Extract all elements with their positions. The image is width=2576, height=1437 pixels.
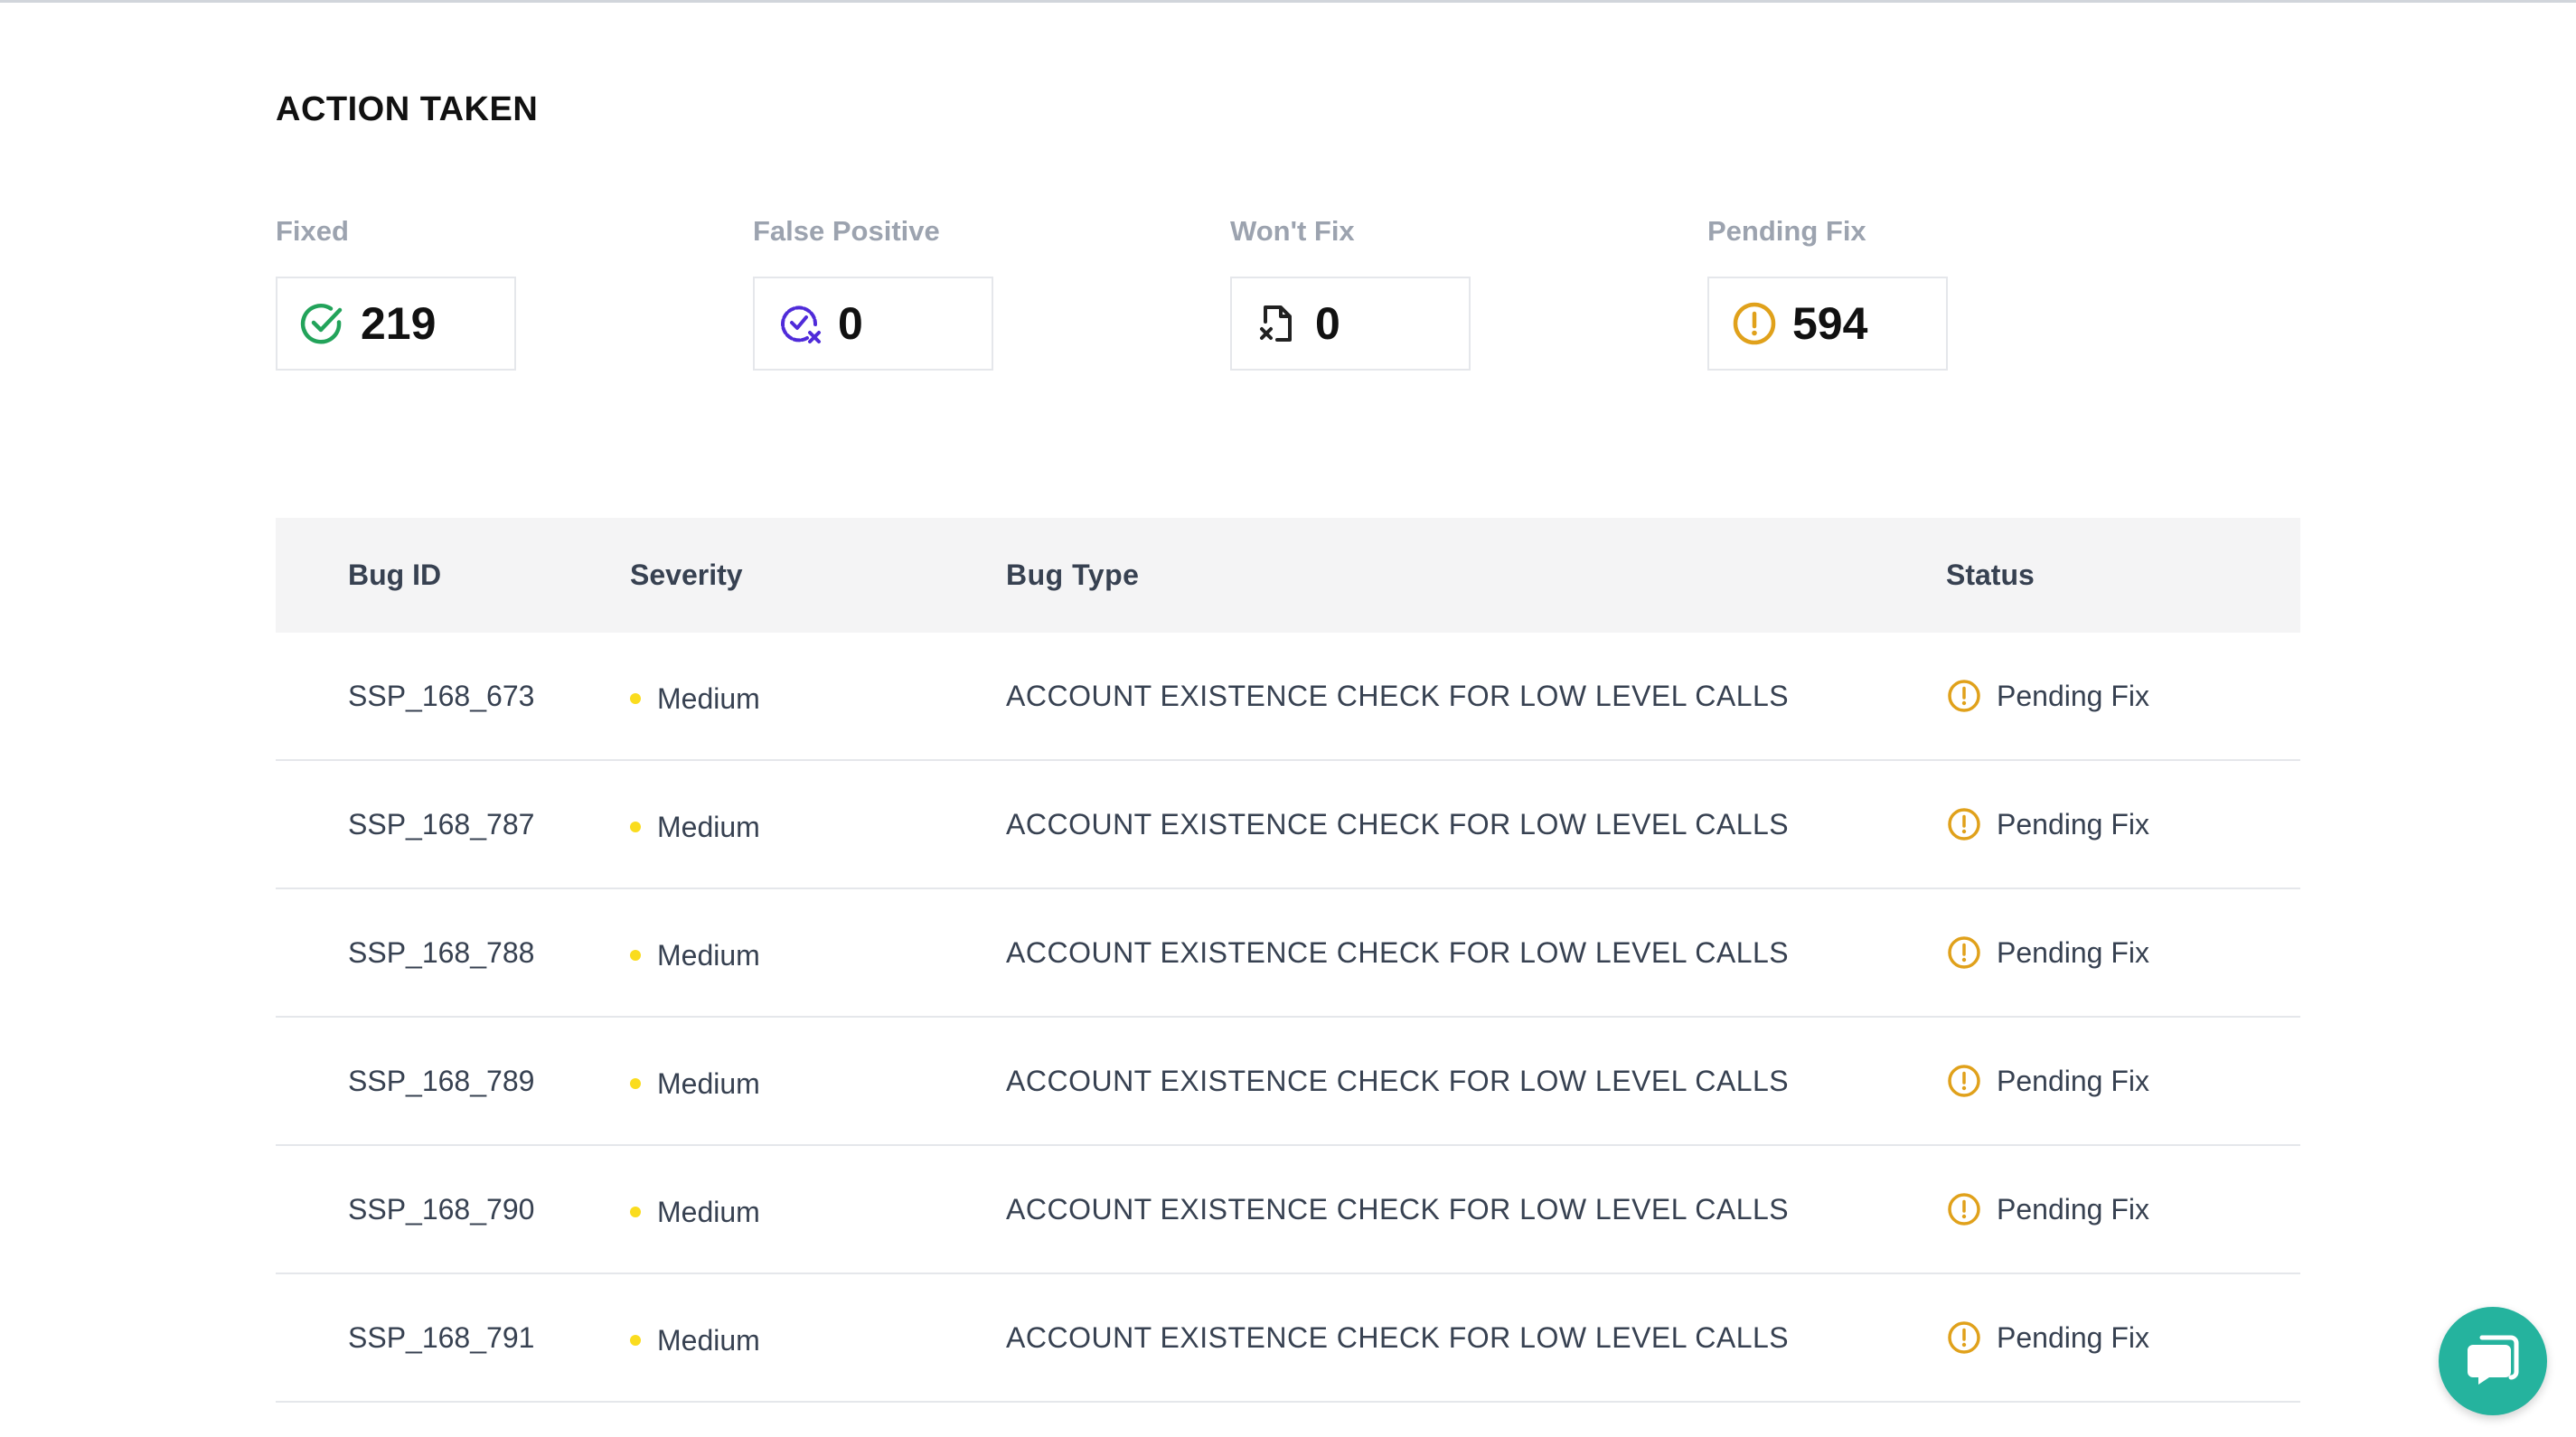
bug-id: SSP_168_788 xyxy=(348,935,535,969)
bug-type: ACCOUNT EXISTENCE CHECK FOR LOW LEVEL CA… xyxy=(1006,1192,1790,1226)
severity: Medium xyxy=(630,1190,760,1229)
severity: Medium xyxy=(630,1319,760,1357)
severity-label: Medium xyxy=(657,810,760,843)
stat-box-pending-fix: 594 xyxy=(1707,277,1948,371)
section-title: ACTION TAKEN xyxy=(276,90,539,128)
alert-circle-icon xyxy=(1946,1320,1982,1356)
table-row[interactable]: SSP_168_787 Medium ACCOUNT EXISTENCE CHE… xyxy=(276,761,2300,889)
bug-type: ACCOUNT EXISTENCE CHECK FOR LOW LEVEL CA… xyxy=(1006,1064,1790,1097)
header-status[interactable]: Status xyxy=(1946,559,2035,592)
table-row[interactable]: SSP_168_790 Medium ACCOUNT EXISTENCE CHE… xyxy=(276,1146,2300,1274)
alert-circle-icon xyxy=(1946,1191,1982,1227)
bug-type: ACCOUNT EXISTENCE CHECK FOR LOW LEVEL CA… xyxy=(1006,679,1790,712)
table-row[interactable]: SSP_168_789 Medium ACCOUNT EXISTENCE CHE… xyxy=(276,1018,2300,1146)
stat-label: Fixed xyxy=(276,215,349,247)
alert-circle-icon xyxy=(1946,1063,1982,1099)
stat-false-positive: False Positive 0 xyxy=(753,213,1114,371)
status: Pending Fix xyxy=(1946,935,2149,971)
status-label: Pending Fix xyxy=(1997,1320,2149,1354)
severity: Medium xyxy=(630,1062,760,1101)
false-positive-icon xyxy=(776,300,823,347)
severity-dot-icon xyxy=(630,950,641,961)
header-bug-id[interactable]: Bug ID xyxy=(348,559,441,592)
severity: Medium xyxy=(630,805,760,844)
stat-fixed: Fixed 219 xyxy=(276,213,637,371)
bug-type: ACCOUNT EXISTENCE CHECK FOR LOW LEVEL CA… xyxy=(1006,1320,1790,1354)
table-row[interactable]: SSP_168_673 Medium ACCOUNT EXISTENCE CHE… xyxy=(276,633,2300,761)
severity-label: Medium xyxy=(657,1323,760,1357)
bug-type: ACCOUNT EXISTENCE CHECK FOR LOW LEVEL CA… xyxy=(1006,935,1790,969)
bug-id: SSP_168_787 xyxy=(348,807,535,841)
status-label: Pending Fix xyxy=(1997,935,2149,969)
status-label: Pending Fix xyxy=(1997,1192,2149,1226)
stat-label: Pending Fix xyxy=(1707,215,1866,247)
severity: Medium xyxy=(630,677,760,716)
status: Pending Fix xyxy=(1946,1063,2149,1099)
stat-box-false-positive: 0 xyxy=(753,277,993,371)
stat-box-fixed: 219 xyxy=(276,277,516,371)
table-header: Bug ID Severity Bug Type Status xyxy=(276,518,2300,633)
severity-dot-icon xyxy=(630,1078,641,1089)
alert-circle-icon xyxy=(1946,678,1982,714)
bug-id: SSP_168_791 xyxy=(348,1320,535,1354)
check-circle-icon xyxy=(299,300,346,347)
table-row[interactable]: SSP_168_788 Medium ACCOUNT EXISTENCE CHE… xyxy=(276,889,2300,1018)
severity: Medium xyxy=(630,934,760,972)
status: Pending Fix xyxy=(1946,678,2149,714)
chat-bubble-icon xyxy=(2464,1330,2522,1393)
severity-label: Medium xyxy=(657,938,760,972)
chat-button[interactable] xyxy=(2439,1307,2547,1415)
stat-box-wont-fix: 0 xyxy=(1230,277,1471,371)
header-severity[interactable]: Severity xyxy=(630,559,743,592)
stat-label: False Positive xyxy=(753,215,940,247)
severity-label: Medium xyxy=(657,681,760,715)
stats-row: Fixed 219 False Positive 0 Won't Fix 0 P… xyxy=(276,213,2300,376)
severity-label: Medium xyxy=(657,1195,760,1228)
bugs-table: Bug ID Severity Bug Type Status SSP_168_… xyxy=(276,518,2300,1403)
status-label: Pending Fix xyxy=(1997,807,2149,841)
bug-id: SSP_168_790 xyxy=(348,1192,535,1226)
table-row[interactable]: SSP_168_791 Medium ACCOUNT EXISTENCE CHE… xyxy=(276,1274,2300,1403)
stat-value: 0 xyxy=(838,298,863,349)
bug-id: SSP_168_673 xyxy=(348,679,535,712)
severity-dot-icon xyxy=(630,822,641,832)
severity-label: Medium xyxy=(657,1066,760,1100)
header-bug-type[interactable]: Bug Type xyxy=(1006,559,1139,592)
stat-value: 0 xyxy=(1315,298,1340,349)
severity-dot-icon xyxy=(630,693,641,704)
severity-dot-icon xyxy=(630,1335,641,1346)
stat-label: Won't Fix xyxy=(1230,215,1355,247)
stat-wont-fix: Won't Fix 0 xyxy=(1230,213,1592,371)
file-x-icon xyxy=(1254,300,1301,347)
status: Pending Fix xyxy=(1946,1191,2149,1227)
status-label: Pending Fix xyxy=(1997,1064,2149,1097)
bug-id: SSP_168_789 xyxy=(348,1064,535,1097)
status-label: Pending Fix xyxy=(1997,679,2149,712)
alert-circle-icon xyxy=(1731,300,1778,347)
status: Pending Fix xyxy=(1946,806,2149,842)
alert-circle-icon xyxy=(1946,935,1982,971)
alert-circle-icon xyxy=(1946,806,1982,842)
bug-type: ACCOUNT EXISTENCE CHECK FOR LOW LEVEL CA… xyxy=(1006,807,1790,841)
stat-pending-fix: Pending Fix 594 xyxy=(1707,213,2069,371)
severity-dot-icon xyxy=(630,1207,641,1217)
stat-value: 594 xyxy=(1792,298,1868,349)
status: Pending Fix xyxy=(1946,1320,2149,1356)
stat-value: 219 xyxy=(361,298,437,349)
top-divider xyxy=(0,0,2576,3)
